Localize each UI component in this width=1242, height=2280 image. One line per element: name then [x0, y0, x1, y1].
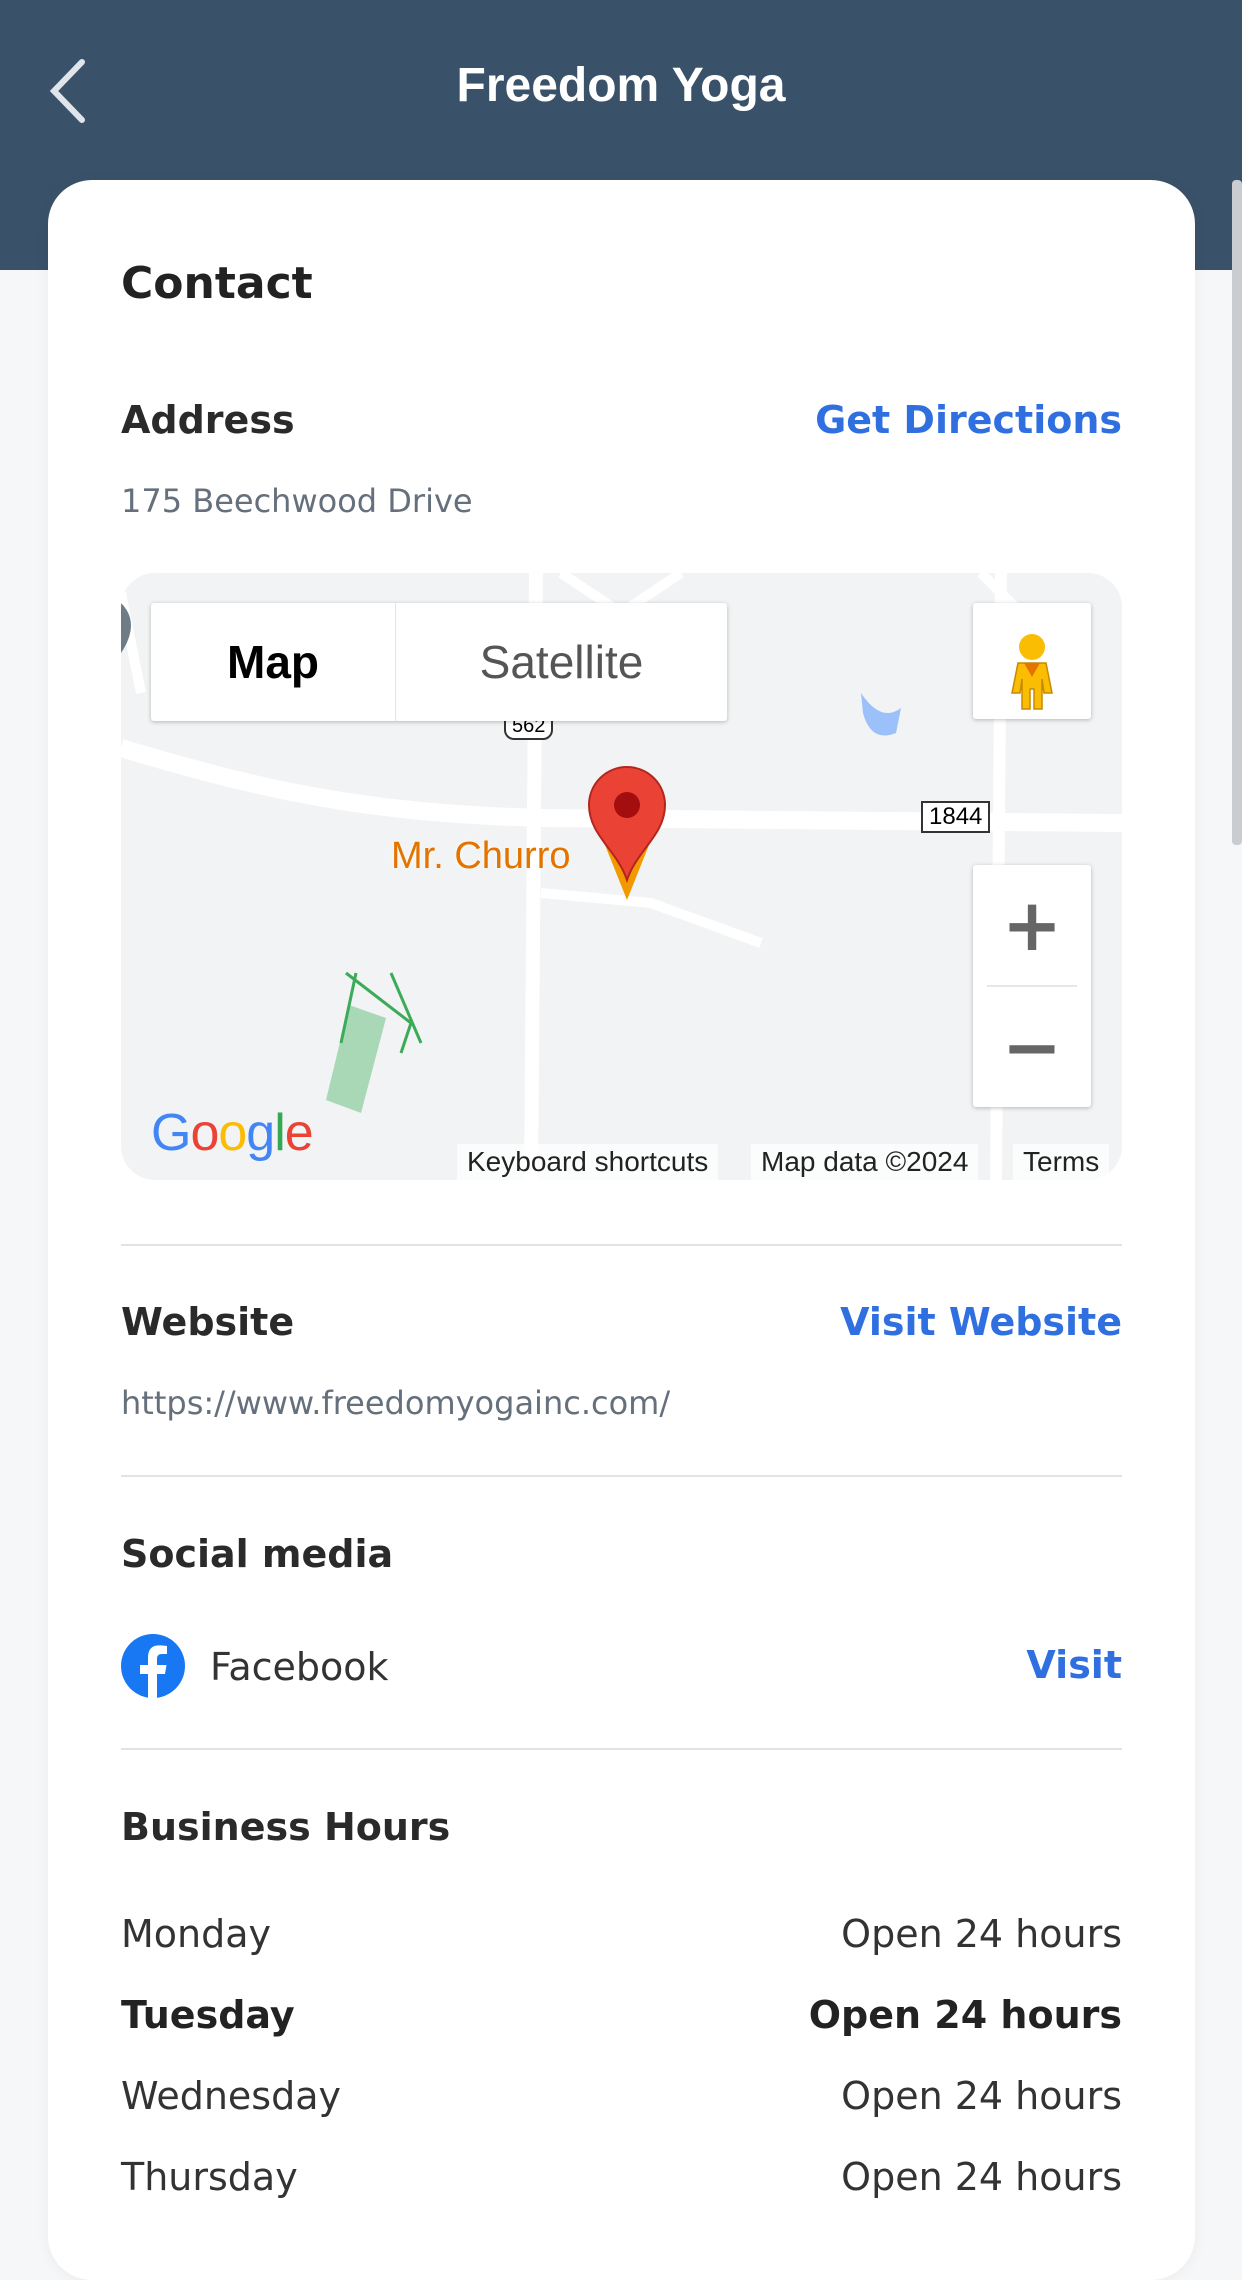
facebook-label: Facebook	[210, 1645, 389, 1689]
map-type-satellite-button[interactable]: Satellite	[396, 603, 727, 721]
hours: Open 24 hours	[841, 1912, 1122, 1956]
social-media-label: Social media	[121, 1532, 394, 1576]
day: Wednesday	[121, 2074, 342, 2118]
address-label: Address	[121, 398, 295, 442]
scrollbar[interactable]	[1232, 180, 1242, 845]
hours-row: Thursday Open 24 hours	[121, 2155, 1122, 2199]
website-label: Website	[121, 1300, 295, 1344]
street-view-button[interactable]	[973, 603, 1091, 719]
hours: Open 24 hours	[841, 2155, 1122, 2199]
day: Thursday	[121, 2155, 298, 2199]
visit-website-link[interactable]: Visit Website	[840, 1300, 1122, 1344]
hours-row: Monday Open 24 hours	[121, 1912, 1122, 1956]
google-logo: Google	[151, 1104, 314, 1162]
facebook-visit-link[interactable]: Visit	[1026, 1643, 1122, 1687]
map-data-attribution: Map data ©2024	[751, 1144, 979, 1180]
get-directions-link[interactable]: Get Directions	[815, 398, 1122, 442]
divider	[121, 1244, 1122, 1246]
divider	[121, 1475, 1122, 1477]
divider	[121, 1748, 1122, 1750]
zoom-control: + −	[973, 865, 1091, 1107]
hours: Open 24 hours	[841, 2074, 1122, 2118]
map[interactable]: 1844 562 Map Satellite + − Mr. Churro Go…	[121, 573, 1122, 1180]
pegman-icon	[1011, 634, 1053, 710]
page-title: Freedom Yoga	[456, 59, 786, 112]
map-pin-icon	[587, 766, 667, 900]
facebook-icon	[121, 1634, 185, 1698]
zoom-in-button[interactable]: +	[973, 865, 1091, 985]
business-hours-label: Business Hours	[121, 1805, 451, 1849]
keyboard-shortcuts-link[interactable]: Keyboard shortcuts	[457, 1144, 719, 1180]
address-value: 175 Beechwood Drive	[121, 482, 473, 520]
map-type-control: Map Satellite	[151, 603, 727, 721]
terms-link[interactable]: Terms	[1013, 1144, 1110, 1180]
hours-row-today: Tuesday Open 24 hours	[121, 1993, 1122, 2037]
map-type-map-button[interactable]: Map	[151, 603, 396, 721]
website-url: https://www.freedomyogainc.com/	[121, 1384, 671, 1422]
road-label: 1844	[921, 801, 991, 833]
hours-row: Wednesday Open 24 hours	[121, 2074, 1122, 2118]
poi-label: Mr. Churro	[391, 835, 571, 877]
day: Monday	[121, 1912, 272, 1956]
day: Tuesday	[121, 1993, 295, 2037]
hours: Open 24 hours	[808, 1993, 1122, 2037]
section-title: Contact	[121, 258, 313, 309]
zoom-out-button[interactable]: −	[973, 987, 1091, 1107]
